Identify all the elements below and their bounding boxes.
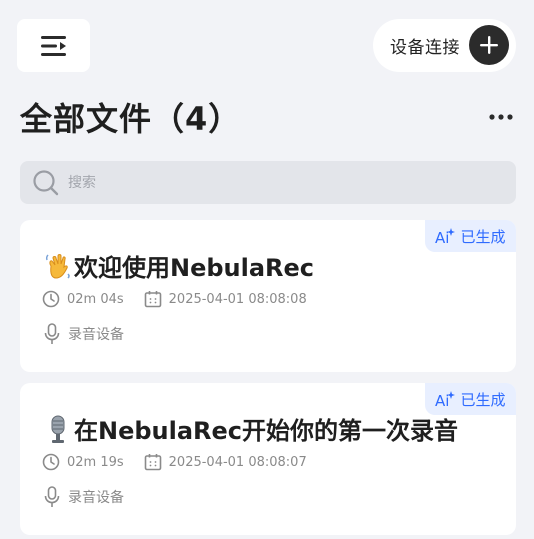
file-card[interactable]: Ai 已生成 在NebulaRec开始你的第一次录音 02m 19s 2025-… (20, 383, 516, 535)
microphone-emoji-icon (44, 414, 72, 444)
more-horizontal-icon (489, 114, 513, 120)
menu-button[interactable] (17, 19, 90, 72)
title-row: 全部文件（4） (20, 94, 241, 140)
duration-text: 02m 04s (67, 291, 124, 307)
ai-generated-badge: Ai 已生成 (425, 220, 516, 252)
file-title: 在NebulaRec开始你的第一次录音 (74, 417, 459, 445)
file-title-row: 欢迎使用NebulaRec (44, 248, 314, 283)
clock-icon (42, 290, 60, 308)
waving-hand-icon (44, 252, 72, 280)
search-icon (33, 169, 59, 195)
datetime-text: 2025-04-01 08:08:07 (168, 454, 307, 470)
date-item: 2025-04-01 08:08:07 (144, 453, 307, 471)
file-title-row: 在NebulaRec开始你的第一次录音 (44, 411, 458, 446)
file-meta: 02m 19s 2025-04-01 08:08:07 (42, 453, 307, 471)
file-meta: 02m 04s 2025-04-01 08:08:08 (42, 290, 307, 308)
datetime-text: 2025-04-01 08:08:08 (168, 291, 307, 307)
svg-text:Ai: Ai (435, 392, 449, 408)
device-connect-label: 设备连接 (390, 38, 460, 58)
calendar-icon (144, 454, 161, 471)
device-row: 录音设备 (44, 323, 124, 345)
duration-item: 02m 04s (42, 290, 124, 308)
duration-text: 02m 19s (67, 454, 124, 470)
device-connect-button[interactable]: 设备连接 (373, 19, 516, 72)
calendar-icon (144, 291, 161, 308)
svg-text:Ai: Ai (435, 229, 449, 245)
more-options-button[interactable] (486, 105, 516, 129)
plus-icon (480, 36, 498, 54)
ai-sparkle-icon: Ai (435, 228, 456, 245)
date-item: 2025-04-01 08:08:08 (144, 290, 307, 308)
search-input[interactable] (66, 173, 470, 192)
device-text: 录音设备 (68, 327, 124, 343)
add-device-button[interactable] (469, 25, 509, 65)
device-row: 录音设备 (44, 486, 124, 508)
microphone-icon (44, 323, 60, 344)
menu-collapse-icon (40, 35, 66, 56)
page-title: 全部文件（4） (20, 100, 242, 138)
device-text: 录音设备 (68, 490, 124, 506)
file-card[interactable]: Ai 已生成 欢迎使用NebulaRec 02m 04s 2025-04-01 … (20, 220, 516, 372)
clock-icon (42, 453, 60, 471)
search-bar[interactable] (20, 161, 516, 204)
duration-item: 02m 19s (42, 453, 124, 471)
ai-badge-label: 已生成 (460, 390, 506, 409)
microphone-icon (44, 486, 60, 507)
ai-badge-label: 已生成 (460, 227, 506, 246)
file-title: 欢迎使用NebulaRec (74, 254, 315, 282)
ai-sparkle-icon: Ai (435, 391, 456, 408)
